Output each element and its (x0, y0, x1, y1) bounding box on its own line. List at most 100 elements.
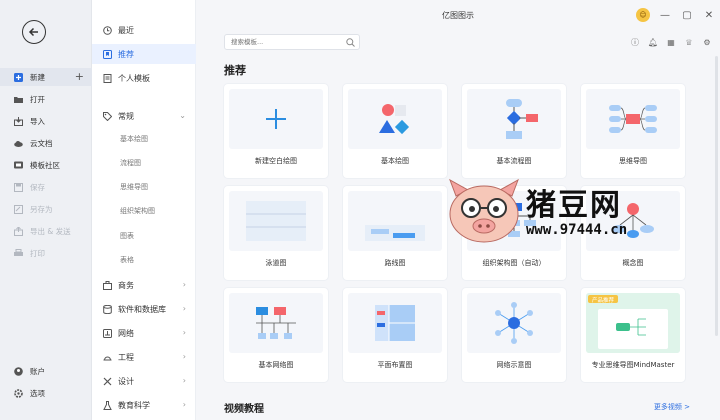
chevron-right-icon: › (182, 280, 186, 289)
category-recommended[interactable]: 推荐 (92, 44, 196, 64)
rail-item-label: 打开 (30, 94, 45, 104)
search-bar[interactable] (224, 34, 360, 50)
template-card-roadmap[interactable]: 路线图 (343, 186, 447, 280)
template-label: 网络示意图 (496, 361, 532, 369)
rail-item-account[interactable]: 账户 (0, 362, 92, 380)
community-icon (14, 161, 23, 170)
document-icon (102, 73, 112, 83)
plus-icon (266, 109, 286, 129)
rail-item-export[interactable]: 导出 & 发送 (0, 222, 92, 240)
floorplan-icon (375, 305, 415, 341)
template-card-mindmap[interactable]: 思维导图 (581, 84, 685, 178)
rail-item-label: 保存 (30, 182, 45, 192)
arrow-left-icon (28, 27, 38, 37)
template-thumbnail (586, 89, 680, 149)
back-button[interactable] (22, 20, 46, 44)
category-label: 教育科学 (118, 400, 150, 410)
template-card-mindmaster[interactable]: 产品推荐 专业思维导图MindMaster (581, 288, 685, 382)
rail-item-save[interactable]: 保存 (0, 178, 92, 196)
rail-item-new[interactable]: 新建 + (0, 68, 92, 86)
save-as-icon (14, 204, 23, 214)
scrollbar[interactable] (715, 56, 718, 336)
chevron-right-icon: › (182, 352, 186, 361)
bell-icon[interactable]: 🔔︎ (646, 36, 660, 48)
template-card-swimlane[interactable]: 泳道图 (224, 186, 328, 280)
avatar[interactable]: ☺ (636, 8, 650, 22)
watermark: 猪豆网 www.97444.cn (444, 178, 674, 248)
category-business[interactable]: 商务 › (92, 275, 196, 295)
maximize-icon[interactable]: ▢ (676, 4, 698, 26)
template-card-hub-network[interactable]: 网络示意图 (462, 288, 566, 382)
rail-item-options[interactable]: 选项 (0, 384, 92, 402)
chevron-right-icon: › (182, 400, 186, 409)
rail-item-print[interactable]: 打印 (0, 244, 92, 262)
template-thumbnail (348, 89, 442, 149)
template-card-basic-drawing[interactable]: 基本绘图 (343, 84, 447, 178)
template-thumbnail (229, 89, 323, 149)
roadmap-icon (365, 225, 425, 241)
subcategory-orgchart[interactable]: 组织架构图 (120, 203, 192, 219)
rail-item-label: 打印 (30, 248, 45, 258)
category-label: 网络 (118, 328, 134, 338)
category-engineering[interactable]: 工程 › (92, 347, 196, 367)
rail-item-import[interactable]: 导入 (0, 112, 92, 130)
rail-item-label: 模板社区 (30, 160, 60, 170)
rail-item-open[interactable]: 打开 (0, 90, 92, 108)
category-education[interactable]: 教育科学 › (92, 395, 196, 415)
category-software-db[interactable]: 软件和数据库 › (92, 299, 196, 319)
subcategory-tables[interactable]: 表格 (120, 252, 192, 268)
template-card-basic-network[interactable]: 基本网络图 (224, 288, 328, 382)
category-general[interactable]: 常规 ⌄ (92, 106, 196, 126)
add-icon[interactable]: + (75, 70, 84, 83)
template-card-flowchart[interactable]: 基本流程图 (462, 84, 566, 178)
template-label: 平面布置图 (377, 361, 413, 369)
search-input[interactable] (231, 38, 341, 46)
subcategory-charts[interactable]: 图表 (120, 228, 192, 244)
rail-item-label: 选项 (30, 388, 45, 398)
network-icon (102, 328, 112, 338)
minimize-icon[interactable]: — (654, 4, 676, 26)
search-icon[interactable] (346, 38, 355, 47)
rail-item-label: 导入 (30, 116, 45, 126)
category-label: 设计 (118, 376, 134, 386)
export-icon (14, 226, 23, 236)
subcategory-basic-drawing[interactable]: 基本绘图 (120, 131, 192, 147)
category-label: 最近 (118, 25, 134, 35)
rail-item-save-as[interactable]: 另存为 (0, 200, 92, 218)
shirt-icon[interactable]: ♕ (682, 36, 696, 48)
rail-item-label: 另存为 (30, 204, 53, 214)
import-icon (14, 116, 23, 126)
template-label: 基本流程图 (496, 157, 532, 165)
help-icon[interactable]: ⓘ (628, 36, 642, 48)
subcategory-mindmap[interactable]: 思维导图 (120, 179, 192, 195)
rail-item-cloud[interactable]: 云文档 (0, 134, 92, 152)
folder-icon (14, 95, 23, 104)
template-thumbnail (348, 293, 442, 353)
template-card-floorplan[interactable]: 平面布置图 (343, 288, 447, 382)
more-videos-link[interactable]: 更多视频 > (654, 402, 690, 412)
category-design[interactable]: 设计 › (92, 371, 196, 391)
template-label: 组织架构图（自动） (482, 259, 546, 267)
template-thumbnail (467, 89, 561, 149)
rail-item-label: 新建 (30, 72, 45, 82)
gear-icon[interactable]: ⚙ (700, 36, 714, 48)
watermark-text: 猪豆网 (526, 188, 622, 223)
cloud-icon (14, 139, 23, 148)
rail-item-label: 导出 & 发送 (30, 226, 71, 236)
watermark-url: www.97444.cn (526, 222, 628, 238)
chevron-right-icon: › (182, 376, 186, 385)
shapes-icon (379, 104, 410, 135)
flowchart-icon (506, 99, 538, 139)
rail-item-community[interactable]: 模板社区 (0, 156, 92, 174)
template-card-blank[interactable]: 新建空白绘图 (224, 84, 328, 178)
close-icon[interactable]: ✕ (698, 4, 720, 26)
subcategory-flowchart[interactable]: 流程图 (120, 155, 192, 171)
helmet-icon (102, 352, 112, 362)
category-recent[interactable]: 最近 (92, 20, 196, 40)
template-thumbnail: 产品推荐 (586, 293, 680, 353)
apps-icon[interactable]: ▦ (664, 36, 678, 48)
pig-logo-icon (449, 178, 519, 243)
category-network[interactable]: 网络 › (92, 323, 196, 343)
template-label: 泳道图 (265, 259, 287, 267)
category-personal-templates[interactable]: 个人模板 (92, 68, 196, 88)
